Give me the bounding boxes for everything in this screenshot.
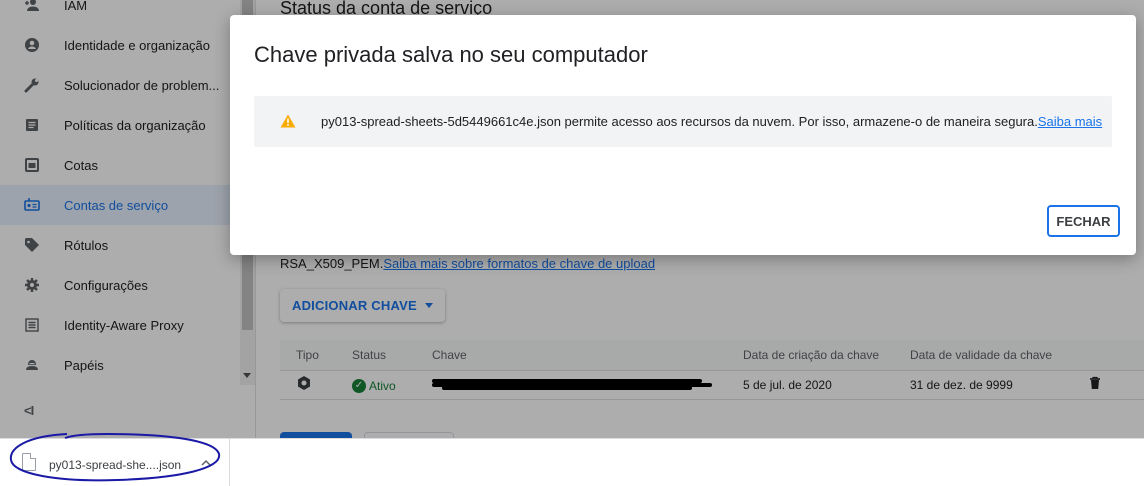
close-button[interactable]: FECHAR xyxy=(1047,205,1120,237)
warning-message: py013-spread-sheets-5d5449661c4e.json pe… xyxy=(321,114,1038,129)
learn-more-link[interactable]: Saiba mais xyxy=(1038,114,1102,129)
warning-icon xyxy=(280,114,296,133)
dialog-title: Chave privada salva no seu computador xyxy=(254,42,648,67)
private-key-dialog: Chave privada salva no seu computador py… xyxy=(230,15,1136,255)
warning-note: py013-spread-sheets-5d5449661c4e.json pe… xyxy=(254,96,1112,147)
warning-text: py013-spread-sheets-5d5449661c4e.json pe… xyxy=(321,114,1102,129)
hand-drawn-annotation-circle xyxy=(9,432,221,482)
